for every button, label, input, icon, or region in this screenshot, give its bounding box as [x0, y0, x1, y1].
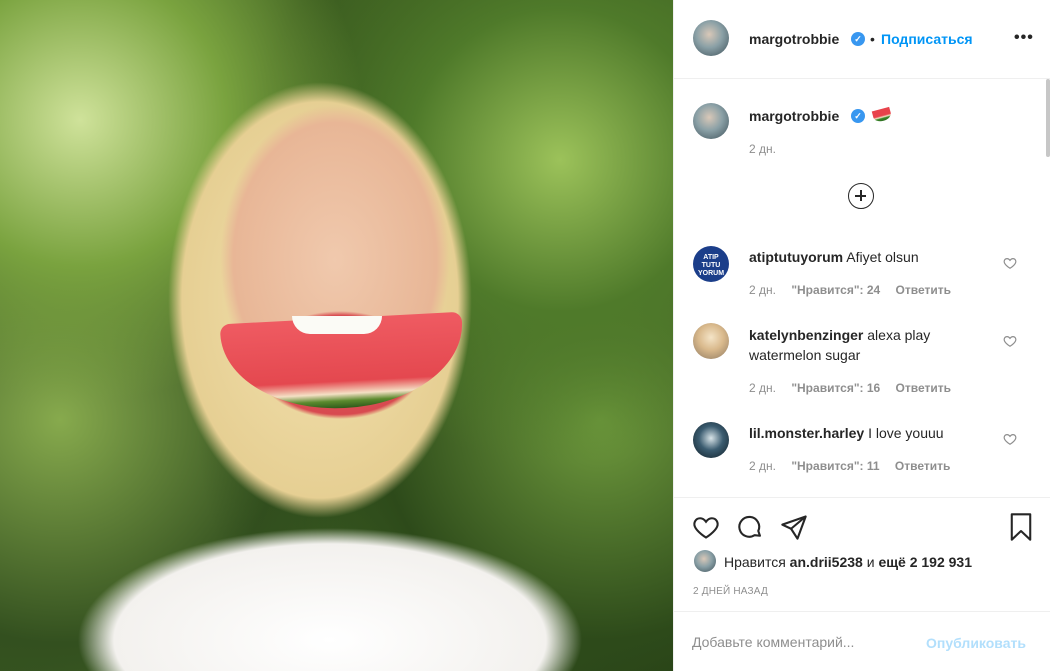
caption-avatar[interactable] — [693, 103, 729, 139]
reply-button[interactable]: Ответить — [896, 381, 951, 395]
reply-button[interactable]: Ответить — [896, 283, 951, 297]
comment-meta: 2 дн. "Нравится": 24 Ответить — [749, 283, 963, 297]
comment-time[interactable]: 2 дн. — [749, 459, 776, 473]
comment-username[interactable]: atiptutuyorum — [749, 249, 843, 265]
smile — [292, 316, 382, 334]
separator-dot: • — [870, 31, 875, 47]
comment-likes[interactable]: "Нравится": 11 — [791, 459, 879, 473]
publish-button[interactable]: Опубликовать — [926, 635, 1026, 651]
share-send-icon[interactable] — [780, 513, 808, 541]
comment-avatar[interactable]: ATIP TUTU YORUM — [693, 246, 729, 282]
like-comment-heart-icon[interactable] — [1003, 334, 1017, 348]
add-comment-bar: Опубликовать — [674, 612, 1050, 671]
caption-username[interactable]: margotrobbie — [749, 108, 839, 124]
like-comment-heart-icon[interactable] — [1003, 256, 1017, 270]
comment-avatar[interactable] — [693, 422, 729, 458]
author-avatar[interactable] — [693, 20, 729, 56]
post-header: margotrobbie ✓ • Подписаться ••• — [674, 0, 1050, 79]
post-side-panel: margotrobbie ✓ • Подписаться ••• margotr… — [673, 0, 1050, 671]
post-photo[interactable] — [0, 0, 673, 671]
load-more-comments-icon[interactable] — [848, 183, 874, 209]
post-date[interactable]: 2 ДНЕЙ НАЗАД — [693, 586, 768, 597]
likes-and: и — [866, 554, 875, 570]
likes-summary[interactable]: Нравится an.drii5238 и ещё 2 192 931 — [724, 554, 972, 570]
comment-meta: 2 дн. "Нравится": 11 Ответить — [749, 459, 962, 473]
avatar-logo-text: ATIP TUTU YORUM — [697, 254, 725, 277]
likes-count[interactable]: ещё 2 192 931 — [878, 554, 972, 570]
comment-body: lil.monster.harley I love youuu — [749, 423, 1009, 443]
comment-meta: 2 дн. "Нравится": 16 Ответить — [749, 381, 963, 395]
comment-username[interactable]: lil.monster.harley — [749, 425, 864, 441]
more-options-icon[interactable]: ••• — [1014, 29, 1034, 47]
scrollbar-thumb[interactable] — [1046, 79, 1050, 157]
comment-username[interactable]: katelynbenzinger — [749, 327, 863, 343]
comment-time[interactable]: 2 дн. — [749, 283, 776, 297]
caption-time[interactable]: 2 дн. — [749, 142, 776, 156]
reply-button[interactable]: Ответить — [895, 459, 950, 473]
likes-prefix: Нравится — [724, 554, 786, 570]
like-heart-icon[interactable] — [692, 513, 720, 541]
comment-text: Afiyet olsun — [846, 249, 919, 265]
liker-username[interactable]: an.drii5238 — [790, 554, 863, 570]
like-comment-heart-icon[interactable] — [1003, 432, 1017, 446]
comment-likes[interactable]: "Нравится": 24 — [791, 283, 880, 297]
comment-time[interactable]: 2 дн. — [749, 381, 776, 395]
watermelon-emoji-icon — [871, 106, 893, 124]
verified-badge-icon: ✓ — [851, 109, 865, 123]
liker-avatar[interactable] — [694, 550, 716, 572]
comment-input[interactable] — [692, 630, 922, 654]
comment-avatar[interactable] — [693, 323, 729, 359]
comment-bubble-icon[interactable] — [736, 513, 764, 541]
follow-button[interactable]: Подписаться — [881, 31, 973, 47]
author-username[interactable]: margotrobbie — [749, 31, 839, 47]
comment-body: atiptutuyorum Afiyet olsun — [749, 247, 1009, 267]
save-bookmark-icon[interactable] — [1007, 512, 1035, 542]
comments-list[interactable]: margotrobbie ✓ 2 дн. ATIP TUTU YORUM ati… — [674, 79, 1050, 498]
comment-likes[interactable]: "Нравится": 16 — [791, 381, 880, 395]
comment-text: alexa play — [867, 327, 931, 343]
comment-body: katelynbenzinger alexa play watermelon s… — [749, 325, 999, 365]
comment-text-line-2: watermelon sugar — [749, 347, 861, 363]
verified-badge-icon: ✓ — [851, 32, 865, 46]
comment-text: I love youuu — [868, 425, 944, 441]
post-actions: Нравится an.drii5238 и ещё 2 192 931 2 Д… — [674, 498, 1050, 612]
